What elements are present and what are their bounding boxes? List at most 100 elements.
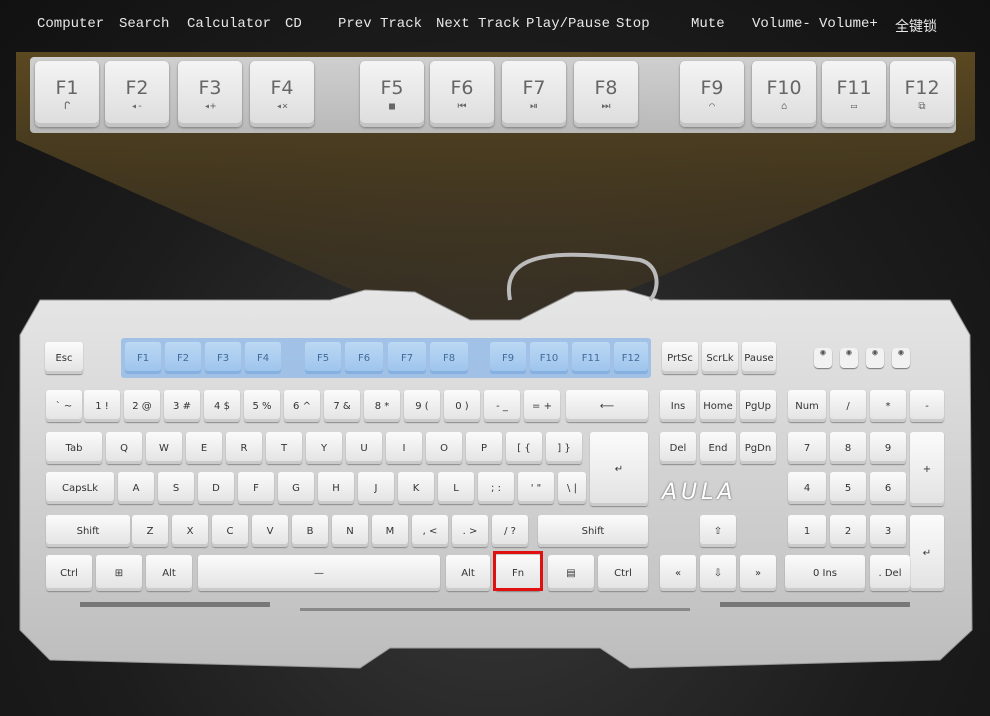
key-i[interactable]: I [386, 432, 422, 464]
key-home[interactable]: Home [700, 390, 736, 422]
key-f10[interactable]: F10 [530, 342, 568, 374]
key-j[interactable]: J [358, 472, 394, 504]
key-h[interactable]: H [318, 472, 354, 504]
key-symbol[interactable]: ↵ [590, 432, 648, 506]
key-f6[interactable]: F6 [345, 342, 383, 374]
key-tab[interactable]: Tab [46, 432, 102, 464]
key-1[interactable]: 1 [788, 515, 826, 547]
key-del[interactable]: . Del [870, 555, 910, 591]
key-f5[interactable]: F5 [305, 342, 341, 374]
key-n[interactable]: N [332, 515, 368, 547]
key-symbol[interactable]: « [660, 555, 696, 591]
key-8[interactable]: 8 * [364, 390, 400, 422]
key-f3[interactable]: F3 [205, 342, 241, 374]
key-w[interactable]: W [146, 432, 182, 464]
key-6[interactable]: 6 [870, 472, 906, 504]
key-symbol[interactable]: ⊞ [96, 555, 142, 591]
key-f1[interactable]: F1 [125, 342, 161, 374]
key-3[interactable]: 3 # [164, 390, 200, 422]
key-c[interactable]: C [212, 515, 248, 547]
key-z[interactable]: Z [132, 515, 168, 547]
key-7[interactable]: 7 [788, 432, 826, 464]
key-d[interactable]: D [198, 472, 234, 504]
key-del[interactable]: Del [660, 432, 696, 464]
key-r[interactable]: R [226, 432, 262, 464]
key-q[interactable]: Q [106, 432, 142, 464]
key-symbol[interactable]: . > [452, 515, 488, 547]
key-4[interactable]: 4 [788, 472, 826, 504]
key-3[interactable]: 3 [870, 515, 906, 547]
key-f2[interactable]: F2 [165, 342, 201, 374]
key-o[interactable]: O [426, 432, 462, 464]
key-5[interactable]: 5 % [244, 390, 280, 422]
key-4[interactable]: 4 $ [204, 390, 240, 422]
key-symbol[interactable]: , < [412, 515, 448, 547]
key-f12[interactable]: F12 [614, 342, 648, 374]
key-pgup[interactable]: PgUp [740, 390, 776, 422]
key-symbol[interactable]: ' " [518, 472, 554, 504]
key-ctrl[interactable]: Ctrl [598, 555, 648, 591]
key-y[interactable]: Y [306, 432, 342, 464]
key-symbol[interactable]: * [870, 390, 906, 422]
key-symbol[interactable]: - [910, 390, 944, 422]
key-f9[interactable]: F9 [490, 342, 526, 374]
key-e[interactable]: E [186, 432, 222, 464]
key-symbol[interactable]: ⟵ [566, 390, 648, 422]
key-p[interactable]: P [466, 432, 502, 464]
key-8[interactable]: 8 [830, 432, 866, 464]
key-f8[interactable]: F8 [430, 342, 468, 374]
key-f4[interactable]: F4 [245, 342, 281, 374]
key-shift[interactable]: Shift [538, 515, 648, 547]
key-s[interactable]: S [158, 472, 194, 504]
key-symbol[interactable]: ↵ [910, 515, 944, 591]
key-b[interactable]: B [292, 515, 328, 547]
key-ctrl[interactable]: Ctrl [46, 555, 92, 591]
key-alt[interactable]: Alt [446, 555, 490, 591]
key-ins[interactable]: Ins [660, 390, 696, 422]
key-1[interactable]: 1 ! [84, 390, 120, 422]
key-v[interactable]: V [252, 515, 288, 547]
key-symbol[interactable]: + [910, 432, 944, 506]
key-symbol[interactable]: = + [524, 390, 560, 422]
key-shift[interactable]: Shift [46, 515, 130, 547]
key-k[interactable]: K [398, 472, 434, 504]
key-5[interactable]: 5 [830, 472, 866, 504]
key-symbol[interactable]: ; : [478, 472, 514, 504]
key-symbol[interactable]: \ | [558, 472, 586, 504]
key-0-ins[interactable]: 0 Ins [785, 555, 865, 591]
key-9[interactable]: 9 ( [404, 390, 440, 422]
key-pause[interactable]: Pause [742, 342, 776, 374]
key-symbol[interactable]: ⇧ [700, 515, 736, 547]
key-esc[interactable]: Esc [45, 342, 83, 374]
key-f11[interactable]: F11 [572, 342, 610, 374]
key-7[interactable]: 7 & [324, 390, 360, 422]
key-g[interactable]: G [278, 472, 314, 504]
key-f[interactable]: F [238, 472, 274, 504]
key-l[interactable]: L [438, 472, 474, 504]
key-end[interactable]: End [700, 432, 736, 464]
key-symbol[interactable]: / [830, 390, 866, 422]
key-symbol[interactable]: ▤ [548, 555, 594, 591]
key-symbol[interactable]: / ? [492, 515, 528, 547]
key-m[interactable]: M [372, 515, 408, 547]
key-symbol[interactable]: ⇩ [700, 555, 736, 591]
key-u[interactable]: U [346, 432, 382, 464]
key-symbol[interactable]: — [198, 555, 440, 591]
key-symbol[interactable]: [ { [506, 432, 542, 464]
key-a[interactable]: A [118, 472, 154, 504]
key-6[interactable]: 6 ^ [284, 390, 320, 422]
key-prtsc[interactable]: PrtSc [662, 342, 698, 374]
key-capslk[interactable]: CapsLk [46, 472, 114, 504]
key-symbol[interactable]: - _ [484, 390, 520, 422]
key-num[interactable]: Num [788, 390, 826, 422]
key-alt[interactable]: Alt [146, 555, 192, 591]
key-t[interactable]: T [266, 432, 302, 464]
key-2[interactable]: 2 @ [124, 390, 160, 422]
key-symbol[interactable]: » [740, 555, 776, 591]
key-x[interactable]: X [172, 515, 208, 547]
key-2[interactable]: 2 [830, 515, 866, 547]
key-9[interactable]: 9 [870, 432, 906, 464]
key-0[interactable]: 0 ) [444, 390, 480, 422]
key-symbol[interactable]: ] } [546, 432, 582, 464]
key-scrlk[interactable]: ScrLk [702, 342, 738, 374]
